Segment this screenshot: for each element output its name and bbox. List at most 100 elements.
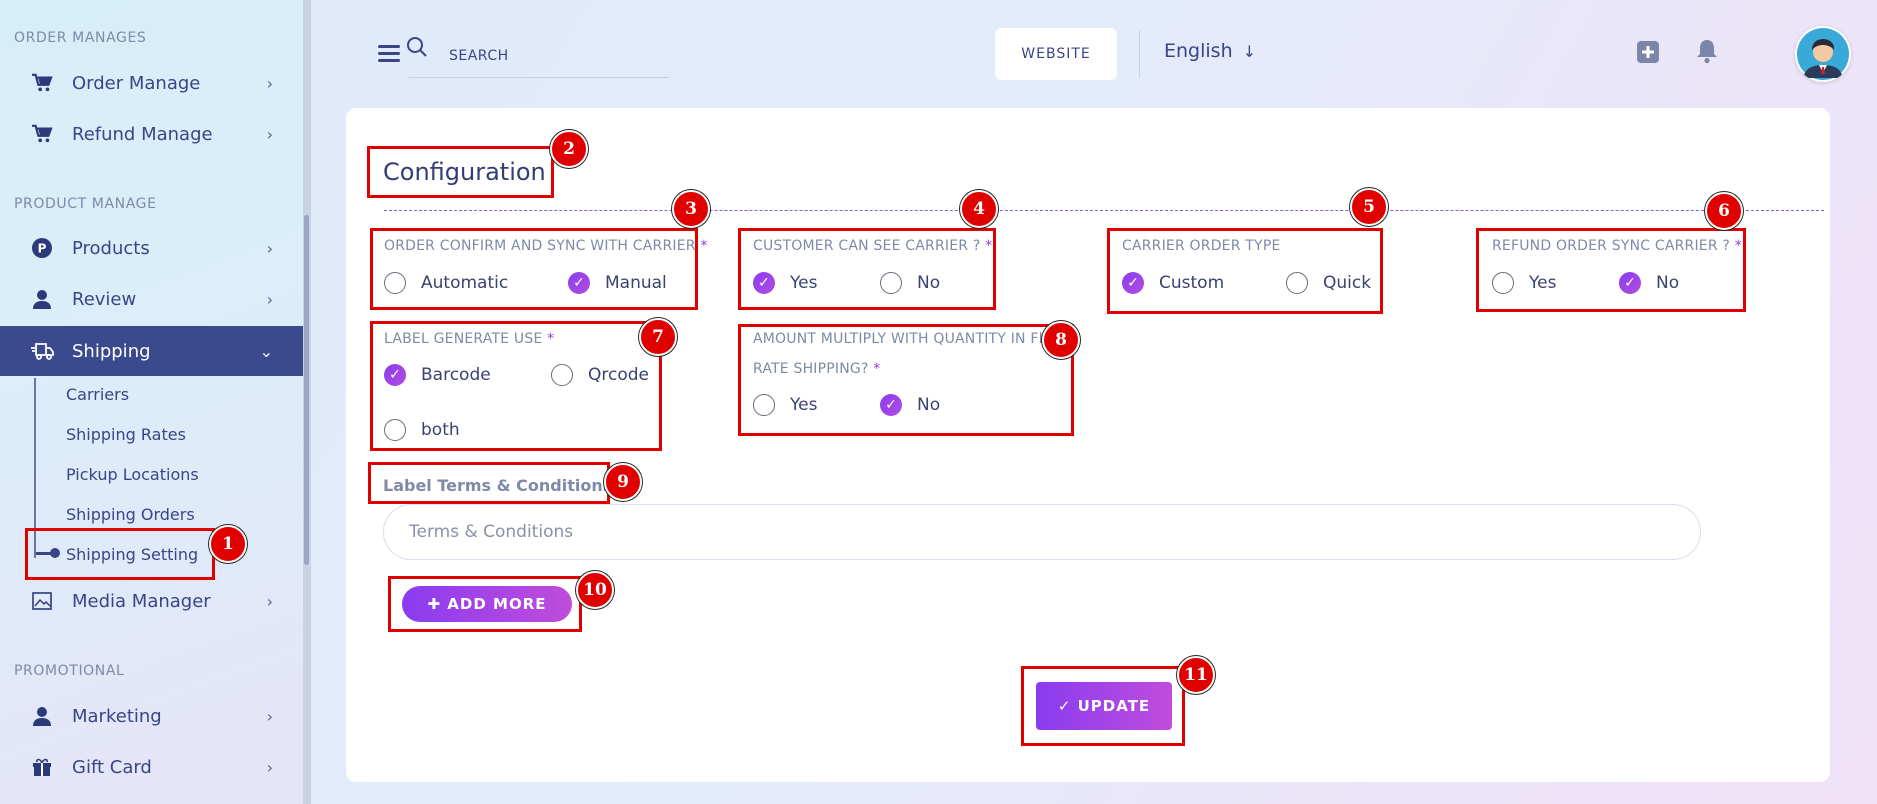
sidebar-item-media-manager[interactable]: Media Manager ›: [0, 577, 303, 625]
radio-label: Yes: [1529, 273, 1557, 293]
radio-label: Manual: [605, 273, 667, 293]
website-button[interactable]: WEBSITE: [995, 28, 1117, 80]
chevron-right-icon: ›: [266, 757, 273, 777]
sidebar-item-label: Refund Manage: [72, 123, 213, 145]
annotation-badge-11: 11: [1177, 656, 1215, 694]
user-icon: [28, 706, 56, 726]
annotation-badge-3: 3: [672, 190, 710, 228]
refund-sync-label: REFUND ORDER SYNC CARRIER ? *: [1492, 231, 1742, 261]
sidebar-item-refund-manage[interactable]: Refund Manage ›: [0, 110, 303, 158]
radio-order-confirm-manual[interactable]: ✓ Manual: [568, 272, 667, 294]
chevron-right-icon: ›: [266, 73, 273, 93]
svg-text:P: P: [38, 242, 47, 256]
sidebar-item-marketing[interactable]: Marketing ›: [0, 692, 303, 740]
radio-order-confirm-automatic[interactable]: Automatic: [384, 272, 508, 294]
language-label: English: [1164, 40, 1233, 62]
radio-circle[interactable]: [1492, 272, 1514, 294]
radio-label: Barcode: [421, 365, 491, 385]
radio-circle[interactable]: [753, 394, 775, 416]
check-icon[interactable]: ✓: [1619, 272, 1641, 294]
field-label-text: REFUND ORDER SYNC CARRIER ?: [1492, 238, 1731, 254]
check-icon[interactable]: ✓: [1122, 272, 1144, 294]
terms-label: Label Terms & Conditions: [383, 476, 613, 495]
check-icon[interactable]: ✓: [753, 272, 775, 294]
radio-label-generate-barcode[interactable]: ✓ Barcode: [384, 364, 491, 386]
sidebar-item-label: Order Manage: [72, 72, 201, 94]
radio-circle[interactable]: [384, 419, 406, 441]
radio-carrier-order-type-custom[interactable]: ✓ Custom: [1122, 272, 1224, 294]
search-input[interactable]: [409, 34, 669, 78]
customer-see-label: CUSTOMER CAN SEE CARRIER ? *: [753, 231, 992, 261]
cart-icon: [28, 73, 56, 93]
radio-circle[interactable]: [384, 272, 406, 294]
radio-circle[interactable]: [551, 364, 573, 386]
radio-label-generate-both[interactable]: both: [384, 419, 460, 441]
radio-refund-sync-yes[interactable]: Yes: [1492, 272, 1556, 294]
annotation-badge-5: 5: [1350, 188, 1388, 226]
sidebar-item-products[interactable]: P Products ›: [0, 224, 303, 272]
required-mark: *: [1734, 238, 1742, 254]
sidebar-item-gift-card[interactable]: Gift Card ›: [0, 743, 303, 791]
top-header: WEBSITE English ↓: [311, 0, 1877, 104]
radio-circle[interactable]: [880, 272, 902, 294]
image-icon: [28, 592, 56, 610]
radio-customer-see-yes[interactable]: ✓ Yes: [753, 272, 817, 294]
header-divider: [1139, 30, 1140, 78]
active-indicator: [36, 548, 60, 558]
user-avatar[interactable]: [1795, 26, 1851, 82]
update-button[interactable]: ✓ UPDATE: [1036, 682, 1172, 730]
radio-refund-sync-no[interactable]: ✓ No: [1619, 272, 1679, 294]
required-mark: *: [985, 238, 993, 254]
sidebar-item-order-manage[interactable]: Order Manage ›: [0, 59, 303, 107]
add-more-button[interactable]: ✚ ADD MORE: [402, 586, 572, 622]
sidebar-scrollbar[interactable]: [303, 0, 311, 804]
radio-customer-see-no[interactable]: No: [880, 272, 940, 294]
chevron-down-icon: ⌄: [259, 341, 273, 361]
add-square-icon[interactable]: [1636, 40, 1660, 68]
radio-label: Yes: [790, 273, 818, 293]
radio-label-generate-qrcode[interactable]: Qrcode: [551, 364, 649, 386]
configuration-card: Configuration 2 ORDER CONFIRM AND SYNC W…: [346, 108, 1830, 782]
sidebar-item-shipping[interactable]: Shipping ⌄: [0, 326, 303, 376]
sidebar-subitem-shipping-setting[interactable]: Shipping Setting: [66, 545, 198, 564]
sidebar-subitem-pickup-locations[interactable]: Pickup Locations: [66, 465, 199, 484]
sidebar-subitem-shipping-rates[interactable]: Shipping Rates: [66, 425, 186, 444]
radio-amount-multiply-yes[interactable]: Yes: [753, 394, 817, 416]
sidebar-item-label: Gift Card: [72, 756, 152, 778]
radio-carrier-order-type-quick[interactable]: Quick: [1286, 272, 1371, 294]
field-label-text: LABEL GENERATE USE: [384, 331, 543, 347]
check-icon[interactable]: ✓: [568, 272, 590, 294]
hamburger-menu-icon[interactable]: [378, 45, 400, 63]
sidebar-item-label: Shipping: [72, 340, 151, 362]
field-label-text: CUSTOMER CAN SEE CARRIER ?: [753, 238, 981, 254]
field-label-text: RATE SHIPPING?: [753, 361, 869, 377]
sidebar-item-review[interactable]: Review ›: [0, 275, 303, 323]
radio-circle[interactable]: [1286, 272, 1308, 294]
check-icon[interactable]: ✓: [880, 394, 902, 416]
sidebar-item-label: Media Manager: [72, 590, 211, 612]
required-mark: *: [547, 331, 555, 347]
radio-amount-multiply-no[interactable]: ✓ No: [880, 394, 940, 416]
chevron-right-icon: ›: [266, 289, 273, 309]
scrollbar-thumb[interactable]: [304, 215, 309, 565]
radio-label: both: [421, 420, 460, 440]
notification-bell-icon[interactable]: [1695, 38, 1719, 68]
terms-input[interactable]: [383, 504, 1701, 560]
cart-icon: [28, 124, 56, 144]
annotation-badge-1: 1: [209, 525, 247, 563]
sidebar-subitem-shipping-orders[interactable]: Shipping Orders: [66, 505, 195, 524]
radio-label: No: [917, 395, 941, 415]
page-title: Configuration: [383, 158, 546, 186]
radio-label: No: [917, 273, 941, 293]
check-icon[interactable]: ✓: [384, 364, 406, 386]
chevron-right-icon: ›: [266, 706, 273, 726]
field-label-text: CARRIER ORDER TYPE: [1122, 238, 1281, 254]
carrier-order-type-label: CARRIER ORDER TYPE: [1122, 231, 1281, 261]
annotation-badge-7: 7: [639, 318, 677, 356]
language-select[interactable]: English ↓: [1164, 40, 1256, 62]
sidebar-subitem-carriers[interactable]: Carriers: [66, 385, 129, 404]
label-generate-label: LABEL GENERATE USE *: [384, 324, 554, 354]
section-title-product: PRODUCT MANAGE: [14, 196, 157, 212]
annotation-badge-2: 2: [550, 130, 588, 168]
annotation-badge-4: 4: [960, 190, 998, 228]
